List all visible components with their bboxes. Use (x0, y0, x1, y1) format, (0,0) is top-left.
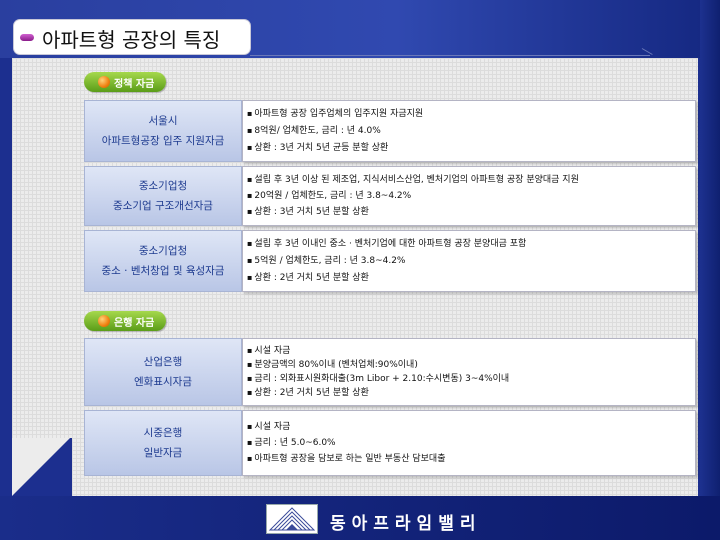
company-logo (266, 504, 318, 534)
fund-title: 중소 · 벤처창업 및 육성자금 (101, 265, 225, 277)
detail-item: 설립 후 3년 이내인 중소 · 벤처기업에 대한 아파트형 공장 분양대금 포… (247, 237, 691, 251)
detail-item: 상환 : 3년 거치 5년 균등 분할 상환 (247, 141, 691, 155)
fund-row: 중소기업청 중소기업 구조개선자금 설립 후 3년 이상 된 제조업, 지식서비… (84, 166, 696, 226)
detail-item: 분양금액의 80%이내 (벤처업체:90%이내) (247, 358, 691, 372)
fund-name: 시중은행 일반자금 (84, 410, 242, 476)
fund-title: 엔화표시자금 (134, 376, 192, 388)
detail-item: 금리 : 외화표시원화대출(3m Libor + 2.10:수시변동) 3~4%… (247, 372, 691, 386)
detail-item: 상환 : 2년 거치 5년 분할 상환 (247, 386, 691, 400)
fund-title: 일반자금 (143, 447, 183, 459)
fund-row: 시중은행 일반자금 시설 자금 금리 : 년 5.0~6.0% 아파트형 공장을… (84, 410, 696, 476)
right-border (700, 0, 720, 540)
orange-dot-icon (98, 76, 110, 88)
fund-details: 시설 자금 분양금액의 80%이내 (벤처업체:90%이내) 금리 : 외화표시… (242, 338, 696, 406)
fund-provider: 중소기업청 (138, 180, 188, 192)
pyramid-logo-icon (268, 507, 316, 531)
page-title: 아파트형 공장의 특징 (42, 28, 221, 52)
fund-row: 중소기업청 중소 · 벤처창업 및 육성자금 설립 후 3년 이내인 중소 · … (84, 230, 696, 292)
title-box: 아파트형 공장의 특징 (14, 20, 250, 54)
fund-name: 산업은행 엔화표시자금 (84, 338, 242, 406)
detail-item: 아파트형 공장 입주업체의 입주지원 자금지원 (247, 107, 691, 121)
fund-name: 중소기업청 중소 · 벤처창업 및 육성자금 (84, 230, 242, 292)
section-policy-badge: 정책 자금 (84, 72, 167, 92)
fund-name: 중소기업청 중소기업 구조개선자금 (84, 166, 242, 226)
detail-item: 상환 : 3년 거치 5년 분할 상환 (247, 205, 691, 219)
detail-item: 설립 후 3년 이상 된 제조업, 지식서비스산업, 벤처기업의 아파트형 공장… (247, 173, 691, 187)
detail-item: 20억원 / 업체한도, 금리 : 년 3.8~4.2% (247, 189, 691, 203)
corner-fold (12, 438, 70, 496)
detail-item: 5억원 / 업체한도, 금리 : 년 3.8~4.2% (247, 254, 691, 268)
fund-details: 아파트형 공장 입주업체의 입주지원 자금지원 8억원/ 업체한도, 금리 : … (242, 100, 696, 162)
fund-name: 서울시 아파트형공장 입주 지원자금 (84, 100, 242, 162)
fund-details: 시설 자금 금리 : 년 5.0~6.0% 아파트형 공장을 담보로 하는 일반… (242, 410, 696, 476)
detail-item: 시설 자금 (247, 344, 691, 358)
fund-provider: 서울시 (148, 115, 178, 127)
section-bank-label: 은행 자금 (114, 317, 155, 329)
company-name: 동아프라임밸리 (330, 514, 482, 534)
title-underline (250, 55, 650, 56)
fund-row: 서울시 아파트형공장 입주 지원자금 아파트형 공장 입주업체의 입주지원 자금… (84, 100, 696, 162)
fund-row: 산업은행 엔화표시자금 시설 자금 분양금액의 80%이내 (벤처업체:90%이… (84, 338, 696, 406)
detail-item: 금리 : 년 5.0~6.0% (247, 436, 691, 450)
detail-item: 시설 자금 (247, 420, 691, 434)
fund-details: 설립 후 3년 이상 된 제조업, 지식서비스산업, 벤처기업의 아파트형 공장… (242, 166, 696, 226)
orange-dot-icon (98, 315, 110, 327)
fund-provider: 산업은행 (143, 356, 183, 368)
fund-provider: 시중은행 (143, 427, 183, 439)
fund-details: 설립 후 3년 이내인 중소 · 벤처기업에 대한 아파트형 공장 분양대금 포… (242, 230, 696, 292)
detail-item: 상환 : 2년 거치 5년 분할 상환 (247, 271, 691, 285)
section-policy-label: 정책 자금 (114, 78, 155, 90)
fund-title: 중소기업 구조개선자금 (113, 200, 213, 212)
detail-item: 아파트형 공장을 담보로 하는 일반 부동산 담보대출 (247, 452, 691, 466)
detail-item: 8억원/ 업체한도, 금리 : 년 4.0% (247, 124, 691, 138)
title-bullet-icon (20, 34, 34, 41)
fund-provider: 중소기업청 (138, 245, 188, 257)
section-bank-badge: 은행 자금 (84, 311, 167, 331)
fund-title: 아파트형공장 입주 지원자금 (101, 135, 225, 147)
